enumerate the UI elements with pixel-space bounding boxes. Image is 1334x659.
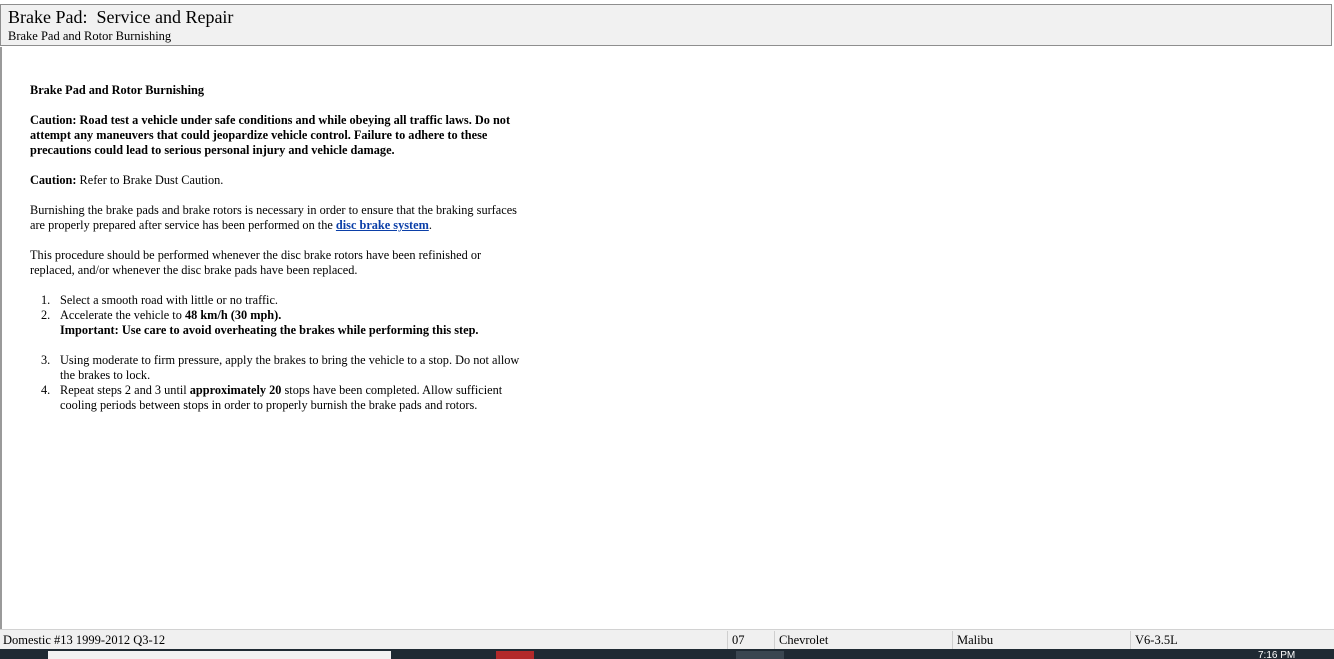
procedure-heading: Brake Pad and Rotor Burnishing xyxy=(30,83,205,97)
caution-brake-dust-text: Refer to Brake Dust Caution. xyxy=(76,173,224,187)
step-text: Select a smooth road with little or no t… xyxy=(60,293,278,307)
step-text: Accelerate the vehicle to xyxy=(60,308,185,322)
step-text: Using moderate to firm pressure, apply t… xyxy=(60,353,520,382)
status-engine: V6-3.5L xyxy=(1135,633,1178,647)
important-note-item: Important: Use care to avoid overheating… xyxy=(30,323,520,338)
status-year: 07 xyxy=(732,633,745,647)
start-button[interactable] xyxy=(0,651,48,659)
burnishing-text-end: . xyxy=(428,218,432,232)
status-model: Malibu xyxy=(957,633,994,647)
status-divider xyxy=(727,631,728,649)
status-database: Domestic #13 1999-2012 Q3-12 xyxy=(3,633,166,647)
burnishing-text: Burnishing the brake pads and brake roto… xyxy=(30,203,517,232)
step-1: 1. Select a smooth road with little or n… xyxy=(30,293,520,308)
taskbar-app-icon[interactable] xyxy=(496,651,534,659)
status-divider xyxy=(774,631,775,649)
step-number: 2. xyxy=(41,308,51,322)
status-divider xyxy=(952,631,953,649)
burnishing-paragraph: Burnishing the brake pads and brake roto… xyxy=(30,203,520,233)
procedure-document: Brake Pad and Rotor Burnishing Caution: … xyxy=(30,83,520,413)
taskbar-clock[interactable]: 7:16 PM xyxy=(1258,651,1295,659)
document-header: Brake Pad: Service and Repair Brake Pad … xyxy=(0,4,1332,46)
taskbar-active-app-icon[interactable] xyxy=(736,651,784,659)
caution-road-test-text: Caution: Road test a vehicle under safe … xyxy=(30,113,511,157)
status-bar: Domestic #13 1999-2012 Q3-12 07 Chevrole… xyxy=(0,629,1334,649)
status-divider xyxy=(1130,631,1131,649)
step-stop-count: approximately 20 xyxy=(189,383,282,397)
procedure-when-paragraph: This procedure should be performed whene… xyxy=(30,248,482,277)
document-content[interactable]: Brake Pad and Rotor Burnishing Caution: … xyxy=(0,47,1334,629)
windows-taskbar: 7:16 PM xyxy=(0,649,1334,659)
caution-label: Caution: xyxy=(30,173,77,187)
status-make: Chevrolet xyxy=(779,633,829,647)
step-speed: 48 km/h (30 mph). xyxy=(184,308,282,322)
step-number: 1. xyxy=(41,293,51,307)
important-note: Important: Use care to avoid overheating… xyxy=(60,323,479,337)
caution-brake-dust: Caution: Refer to Brake Dust Caution. xyxy=(30,173,520,188)
step-number: 4. xyxy=(41,383,51,397)
step-2: 2. Accelerate the vehicle to 48 km/h (30… xyxy=(30,308,520,323)
procedure-steps: 1. Select a smooth road with little or n… xyxy=(30,293,520,413)
step-text: Repeat steps 2 and 3 until xyxy=(60,383,190,397)
step-3: 3. Using moderate to firm pressure, appl… xyxy=(30,353,520,383)
step-number: 3. xyxy=(41,353,51,367)
taskbar-search-box[interactable] xyxy=(48,651,391,659)
step-4: 4. Repeat steps 2 and 3 until approximat… xyxy=(30,383,520,413)
page-subtitle: Brake Pad and Rotor Burnishing xyxy=(8,29,172,43)
disc-brake-system-link[interactable]: disc brake system xyxy=(336,218,429,232)
page-title: Brake Pad: Service and Repair xyxy=(8,7,234,27)
caution-road-test: Caution: Road test a vehicle under safe … xyxy=(30,113,520,158)
